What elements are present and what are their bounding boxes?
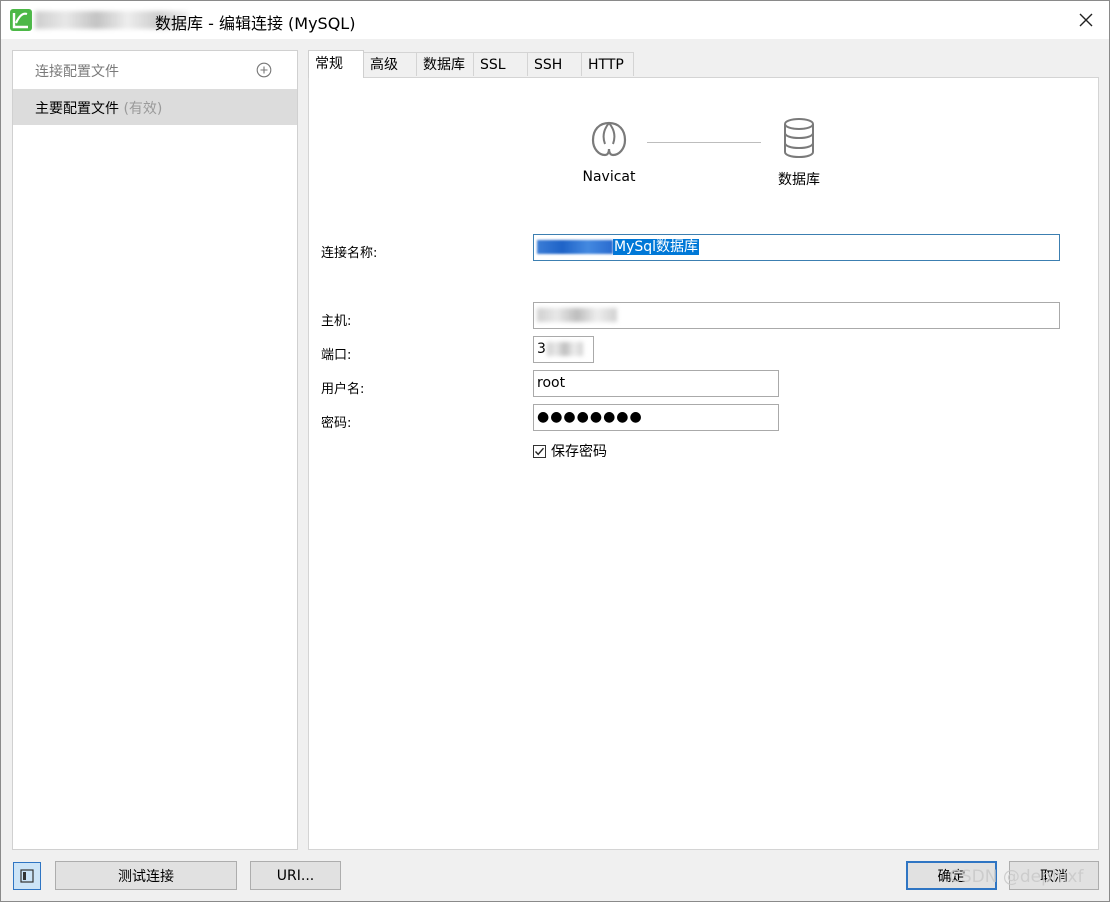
- navicat-app-icon: [10, 9, 32, 31]
- save-password-label: 保存密码: [551, 444, 607, 460]
- edit-connection-dialog: 数据库 - 编辑连接 (MySQL) 连接配置文件 主要配置文件 (有效) 常规…: [0, 0, 1110, 902]
- redacted-host-value: [537, 308, 617, 322]
- profile-panel-header: 连接配置文件: [13, 51, 297, 88]
- profile-name: 主要配置文件: [35, 101, 119, 117]
- redacted-name-prefix: [537, 240, 613, 254]
- connection-name-value: MySql数据库: [613, 239, 700, 255]
- test-connection-button[interactable]: 测试连接: [55, 861, 237, 890]
- port-label: 端口:: [321, 348, 352, 363]
- tab-advanced[interactable]: 高级: [363, 52, 417, 76]
- close-icon: [1079, 13, 1093, 27]
- add-profile-icon[interactable]: [256, 62, 272, 78]
- connection-name-label: 连接名称:: [321, 246, 378, 261]
- tab-ssh[interactable]: SSH: [527, 52, 582, 76]
- password-label: 密码:: [321, 416, 352, 431]
- toggle-profile-panel-button[interactable]: [13, 862, 41, 890]
- redacted-port-value: [546, 342, 583, 356]
- profile-item-label: 主要配置文件 (有效): [35, 98, 162, 118]
- profile-item-main[interactable]: 主要配置文件 (有效): [13, 89, 297, 125]
- save-password-checkbox[interactable]: 保存密码: [533, 441, 607, 461]
- close-button[interactable]: [1073, 7, 1099, 33]
- connection-name-input[interactable]: MySql数据库: [533, 234, 1060, 261]
- profile-panel-title: 连接配置文件: [35, 64, 119, 80]
- navicat-logo-icon: [591, 121, 627, 157]
- profile-status: (有效): [123, 101, 163, 117]
- title-bar: 数据库 - 编辑连接 (MySQL): [1, 1, 1109, 39]
- host-label: 主机:: [321, 314, 352, 329]
- uri-button[interactable]: URI...: [250, 861, 341, 890]
- checkmark-icon: [534, 447, 545, 455]
- window-title: 数据库 - 编辑连接 (MySQL): [155, 14, 356, 33]
- username-label: 用户名:: [321, 382, 365, 397]
- host-input[interactable]: [533, 302, 1060, 329]
- port-input[interactable]: 3: [533, 336, 594, 363]
- tab-database[interactable]: 数据库: [416, 52, 474, 76]
- database-label: 数据库: [778, 172, 820, 188]
- panel-toggle-icon: [20, 869, 34, 883]
- database-icon: [784, 118, 814, 159]
- connection-profile-panel: 连接配置文件 主要配置文件 (有效): [12, 50, 298, 850]
- navicat-label: Navicat: [582, 169, 636, 185]
- connection-line: [647, 142, 761, 143]
- general-tab-content: Navicat 数据库 连接名称: MySql数据库 主机: 端口: 3 用户名…: [308, 77, 1099, 850]
- password-input[interactable]: ●●●●●●●●: [533, 404, 779, 431]
- port-value: 3: [537, 341, 546, 357]
- tab-http[interactable]: HTTP: [581, 52, 634, 76]
- tab-general[interactable]: 常规: [308, 50, 364, 78]
- tab-ssl[interactable]: SSL: [473, 52, 528, 76]
- checkbox-box[interactable]: [533, 444, 546, 458]
- username-input[interactable]: root: [533, 370, 779, 397]
- csdn-watermark: CSDN @dephixf: [949, 867, 1084, 887]
